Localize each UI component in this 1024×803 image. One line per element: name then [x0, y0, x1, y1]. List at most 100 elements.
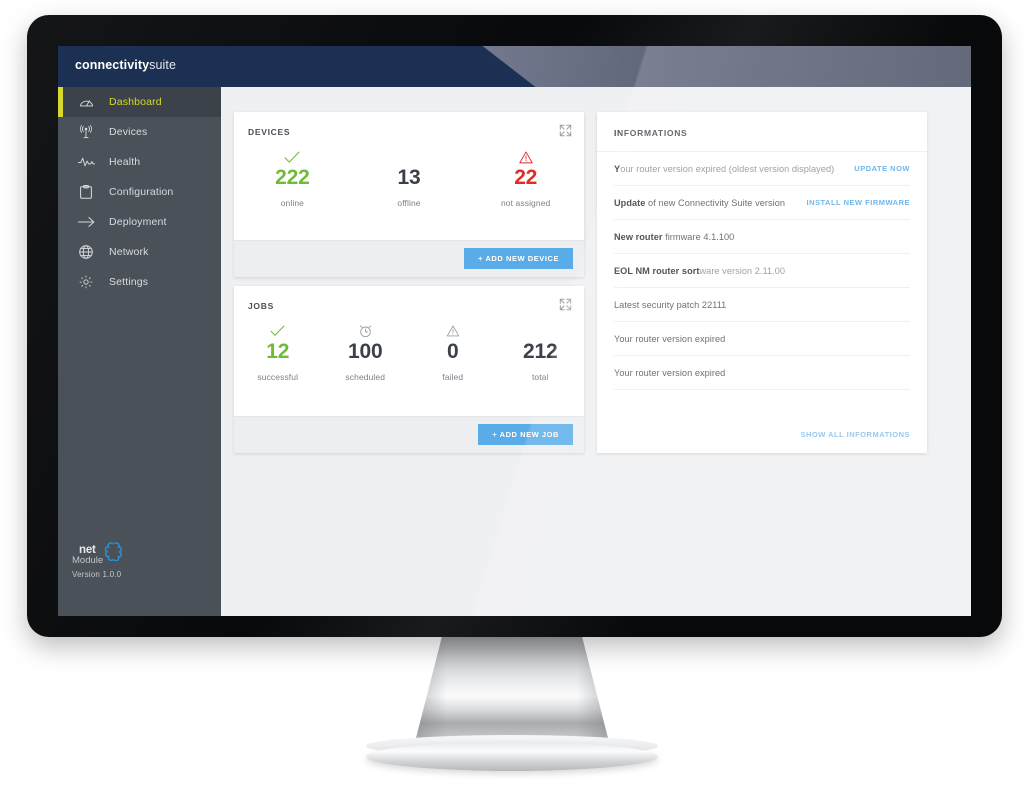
stat-failed: 0 failed	[409, 322, 497, 382]
sidebar-footer: net Module Version 1.0.0	[72, 542, 202, 579]
info-row: New router firmware 4.1.100	[614, 220, 910, 254]
globe-icon	[76, 244, 96, 260]
sidebar-item-label: Devices	[109, 126, 148, 138]
sidebar-item-deployment[interactable]: Deployment	[58, 207, 221, 237]
sidebar-item-label: Dashboard	[109, 96, 162, 108]
add-new-job-button[interactable]: + ADD NEW JOB	[478, 424, 573, 445]
stat-successful: 12 successful	[234, 322, 322, 382]
devices-stats: 222 online 13 offline 22 not assigned	[234, 148, 584, 208]
info-row-text: Your router version expired (oldest vers…	[614, 164, 834, 174]
jobs-stats: 12 successful 100 scheduled 0 failed 212…	[234, 322, 584, 382]
stat-value: 212	[523, 340, 558, 363]
version-label: Version 1.0.0	[72, 570, 122, 579]
arrow-right-icon	[76, 214, 96, 230]
jobs-card: JOBS 12 successful 100 scheduled 0 faile…	[234, 286, 584, 453]
sidebar-item-configuration[interactable]: Configuration	[58, 177, 221, 207]
screenshot-root: connectivitysuite Dashboard Devices Heal…	[0, 0, 1024, 803]
logo-text: net Module	[72, 544, 104, 566]
info-row: Your router version expired	[614, 356, 910, 390]
stat-value: 13	[397, 166, 421, 189]
clipboard-icon	[76, 184, 96, 200]
brand-light: suite	[149, 58, 177, 72]
puzzle-piece-icon	[104, 542, 125, 566]
info-row-text: New router firmware 4.1.100	[614, 232, 734, 242]
no-icon-placeholder	[497, 322, 585, 340]
info-row-text: Your router version expired	[614, 333, 726, 344]
stat-label: not assigned	[500, 198, 551, 209]
info-row-text: EOL NM router sortware version 2.11.00	[614, 266, 785, 276]
info-row-rest: our router version expired (oldest versi…	[620, 163, 835, 174]
app-header: connectivitysuite	[58, 46, 971, 87]
stat-value: 100	[348, 340, 383, 363]
jobs-card-title: JOBS	[248, 301, 274, 311]
sidebar: Dashboard Devices Health Configuration D…	[58, 87, 221, 616]
info-row: EOL NM router sortware version 2.11.00	[614, 254, 910, 288]
install-new-firmware-link[interactable]: INSTALL NEW FIRMWARE	[807, 198, 910, 207]
info-row: Your router version expired (oldest vers…	[614, 152, 910, 186]
stat-value: 222	[275, 166, 310, 189]
stat-value: 0	[447, 340, 459, 363]
info-row-bold: New router	[614, 231, 663, 242]
main-content: DEVICES 222 online 13 offline 22 not ass…	[221, 87, 971, 616]
info-row: Update of new Connectivity Suite version…	[614, 186, 910, 220]
sidebar-item-settings[interactable]: Settings	[58, 267, 221, 297]
devices-card-title: DEVICES	[248, 127, 291, 137]
sidebar-item-label: Configuration	[109, 186, 174, 198]
info-row-bold: Update	[614, 197, 646, 208]
check-icon	[234, 322, 322, 340]
stat-online: 222 online	[234, 148, 351, 208]
stat-offline: 13 offline	[351, 148, 468, 208]
no-icon-placeholder	[351, 148, 468, 166]
screen: connectivitysuite Dashboard Devices Heal…	[58, 46, 971, 616]
sidebar-item-label: Deployment	[109, 216, 167, 228]
sidebar-item-devices[interactable]: Devices	[58, 117, 221, 147]
warning-icon	[467, 148, 584, 166]
show-all-informations-link[interactable]: SHOW ALL INFORMATIONS	[800, 430, 910, 439]
info-row-bold: EOL NM router sort	[614, 265, 700, 276]
devices-card-footer: + ADD NEW DEVICE	[234, 240, 584, 277]
pulse-icon	[76, 154, 96, 170]
header-gradient-shape	[482, 46, 971, 87]
stat-value: 12	[266, 340, 290, 363]
sidebar-item-label: Health	[109, 156, 141, 168]
stat-label: successful	[257, 372, 299, 383]
expand-icon[interactable]	[559, 298, 572, 311]
informations-title: INFORMATIONS	[597, 112, 927, 152]
sidebar-item-label: Settings	[109, 276, 149, 288]
update-now-link[interactable]: UPDATE NOW	[854, 164, 910, 173]
info-row-rest: firmware 4.1.100	[662, 231, 735, 242]
stat-total: 212 total	[497, 322, 585, 382]
gear-icon	[76, 274, 96, 290]
devices-card: DEVICES 222 online 13 offline 22 not ass…	[234, 112, 584, 277]
sidebar-item-dashboard[interactable]: Dashboard	[58, 87, 221, 117]
check-icon	[234, 148, 351, 166]
informations-card: INFORMATIONS Your router version expired…	[597, 112, 927, 453]
stat-label: offline	[397, 198, 421, 209]
monitor-stand-base	[366, 742, 658, 771]
info-row-text: Latest security patch 22111	[614, 299, 727, 310]
logo-module-text: Module	[72, 554, 104, 566]
stat-scheduled: 100 scheduled	[322, 322, 410, 382]
expand-icon[interactable]	[559, 124, 572, 137]
info-row-text: Update of new Connectivity Suite version	[614, 198, 785, 208]
warning-icon	[409, 322, 497, 340]
info-row-text: Your router version expired	[614, 367, 726, 378]
sidebar-item-label: Network	[109, 246, 149, 258]
stat-label: scheduled	[345, 372, 386, 383]
clock-icon	[322, 322, 410, 340]
info-row-rest: of new Connectivity Suite version	[645, 197, 786, 208]
netmodule-logo: net Module	[72, 542, 202, 566]
antenna-icon	[76, 124, 96, 140]
jobs-card-footer: + ADD NEW JOB	[234, 416, 584, 453]
app-brand: connectivitysuite	[75, 58, 176, 72]
add-new-device-button[interactable]: + ADD NEW DEVICE	[464, 248, 573, 269]
info-row: Latest security patch 22111	[614, 288, 910, 322]
stat-value: 22	[514, 166, 538, 189]
gauge-icon	[76, 94, 96, 110]
sidebar-item-health[interactable]: Health	[58, 147, 221, 177]
info-row: Your router version expired	[614, 322, 910, 356]
stat-not-assigned: 22 not assigned	[467, 148, 584, 208]
sidebar-item-network[interactable]: Network	[58, 237, 221, 267]
stat-label: total	[531, 372, 549, 383]
stat-label: failed	[442, 372, 464, 383]
